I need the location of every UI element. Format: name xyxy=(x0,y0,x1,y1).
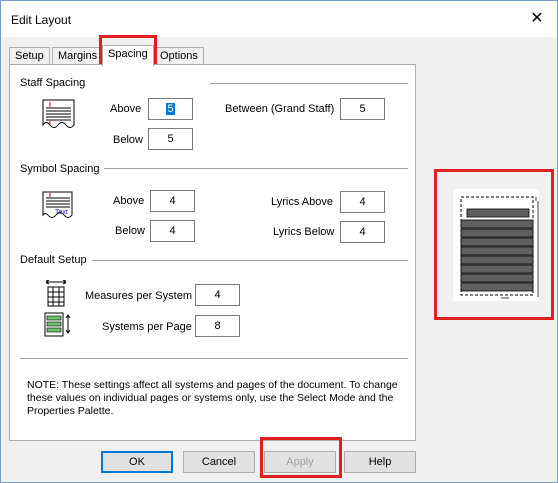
close-icon[interactable]: ✕ xyxy=(527,9,547,29)
systems-per-page-label: Systems per Page xyxy=(102,321,192,333)
symbol-below-field[interactable]: 4 xyxy=(150,220,195,242)
separator xyxy=(92,260,408,261)
tab-options[interactable]: Options xyxy=(154,47,204,65)
ok-button[interactable]: OK xyxy=(101,451,173,473)
measures-per-system-label: Measures per System xyxy=(85,290,192,302)
symbol-spacing-icon: Text xyxy=(42,191,73,218)
systems-per-page-field[interactable]: 8 xyxy=(195,315,240,337)
symbol-below-label: Below xyxy=(115,225,145,237)
cancel-button[interactable]: Cancel xyxy=(183,451,255,473)
separator xyxy=(210,83,408,84)
symbol-above-label: Above xyxy=(113,195,145,207)
default-setup-heading: Default Setup xyxy=(20,254,87,266)
symbol-spacing-icon-text: Text xyxy=(55,209,68,216)
staff-below-field[interactable]: 5 xyxy=(148,128,193,150)
staff-spacing-icon xyxy=(42,99,75,128)
note-text: NOTE: These settings affect all systems … xyxy=(27,379,398,417)
symbol-above-field[interactable]: 4 xyxy=(150,190,195,212)
lyrics-below-label: Lyrics Below xyxy=(273,226,335,238)
staff-above-field[interactable]: 5 xyxy=(148,98,193,120)
apply-button[interactable]: Apply xyxy=(264,451,336,473)
measures-per-system-icon xyxy=(45,280,67,307)
between-grand-staff-field[interactable]: 5 xyxy=(340,98,385,120)
lyrics-above-label: Lyrics Above xyxy=(271,196,333,208)
title-bar: Edit Layout ✕ xyxy=(1,1,557,37)
separator xyxy=(20,358,408,359)
staff-above-label: Above xyxy=(110,103,142,115)
separator xyxy=(104,168,408,169)
lyrics-below-field[interactable]: 4 xyxy=(340,221,385,243)
staff-above-value: 5 xyxy=(166,103,175,115)
dialog-title: Edit Layout xyxy=(11,13,72,27)
tab-spacing[interactable]: Spacing xyxy=(102,45,154,66)
staff-below-label: Below xyxy=(113,134,143,146)
lyrics-above-field[interactable]: 4 xyxy=(340,191,385,213)
measures-per-system-field[interactable]: 4 xyxy=(195,284,240,306)
systems-per-page-icon xyxy=(44,312,71,337)
staff-spacing-heading: Staff Spacing xyxy=(20,77,86,89)
tab-margins[interactable]: Margins xyxy=(52,47,104,65)
symbol-spacing-heading: Symbol Spacing xyxy=(20,163,100,175)
edit-layout-dialog: Edit Layout ✕ Setup Margins Spacing Opti… xyxy=(0,0,558,483)
layout-preview xyxy=(453,189,539,301)
help-button[interactable]: Help xyxy=(344,451,416,473)
between-grand-staff-label: Between (Grand Staff) xyxy=(225,103,335,115)
tab-setup[interactable]: Setup xyxy=(9,47,50,65)
